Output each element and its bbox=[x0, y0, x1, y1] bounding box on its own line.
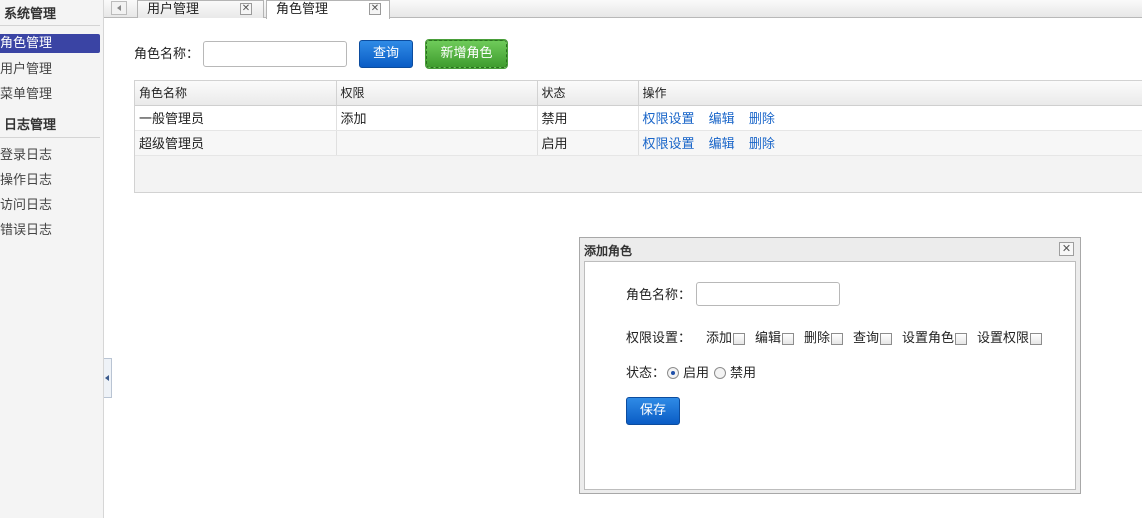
close-icon[interactable]: ✕ bbox=[1059, 242, 1074, 256]
perm-set-role-option[interactable]: 设置角色 bbox=[902, 327, 968, 346]
perm-query-option[interactable]: 查询 bbox=[853, 327, 893, 346]
tab-role-management[interactable]: 角色管理 ✕ bbox=[266, 0, 390, 19]
save-button[interactable]: 保存 bbox=[626, 397, 680, 425]
status-label: 状态： bbox=[626, 366, 666, 381]
cell-actions: 权限设置 编辑 删除 bbox=[638, 105, 1142, 131]
cell-permission: 添加 bbox=[336, 105, 538, 131]
cell-status: 禁用 bbox=[537, 105, 639, 131]
perm-delete-option[interactable]: 删除 bbox=[804, 327, 844, 346]
delete-link[interactable]: 删除 bbox=[749, 137, 775, 152]
tab-label: 角色管理 bbox=[276, 2, 329, 17]
sidebar-item-menu[interactable]: 菜单管理 bbox=[0, 85, 100, 104]
permission-settings-link[interactable]: 权限设置 bbox=[643, 112, 695, 127]
status-disable-radio[interactable] bbox=[714, 367, 726, 379]
role-table: 角色名称 权限 状态 操作 一般管理员 添加 禁用 权限设置 编辑 删除 超级管… bbox=[134, 80, 1142, 193]
edit-link[interactable]: 编辑 bbox=[709, 137, 735, 152]
sidebar-group-log[interactable]: 日志管理 bbox=[0, 114, 103, 136]
perm-add-option[interactable]: 添加 bbox=[706, 327, 746, 346]
permission-settings-label: 权限设置： bbox=[626, 331, 692, 346]
dialog-role-name-label: 角色名称： bbox=[626, 288, 692, 303]
cell-actions: 权限设置 编辑 删除 bbox=[638, 130, 1142, 156]
cell-status: 启用 bbox=[537, 130, 639, 156]
tab-label: 用户管理 bbox=[147, 2, 200, 17]
column-header-actions[interactable]: 操作 bbox=[638, 81, 1142, 106]
status-enable-option[interactable]: 启用 bbox=[667, 362, 709, 381]
table-header-row: 角色名称 权限 状态 操作 bbox=[135, 81, 1142, 106]
sidebar-item-user[interactable]: 用户管理 bbox=[0, 60, 100, 79]
sidebar-item-op-log[interactable]: 操作日志 bbox=[0, 171, 100, 190]
table-row[interactable]: 一般管理员 添加 禁用 权限设置 编辑 删除 bbox=[135, 105, 1142, 131]
edit-link[interactable]: 编辑 bbox=[709, 112, 735, 127]
sidebar-item-access-log[interactable]: 访问日志 bbox=[0, 196, 100, 215]
sidebar-item-login-log[interactable]: 登录日志 bbox=[0, 146, 100, 165]
column-header-role-name[interactable]: 角色名称 bbox=[135, 81, 337, 106]
perm-query-checkbox[interactable] bbox=[880, 332, 893, 345]
cell-permission bbox=[336, 130, 538, 156]
query-button[interactable]: 查询 bbox=[359, 40, 413, 68]
dialog-body: 角色名称： 权限设置： 添加 编辑 删除 查询 设置角色 设置权限 状态： 启用… bbox=[584, 261, 1076, 490]
permission-settings-link[interactable]: 权限设置 bbox=[643, 137, 695, 152]
sidebar-group-system[interactable]: 系统管理 bbox=[0, 3, 103, 25]
delete-link[interactable]: 删除 bbox=[749, 112, 775, 127]
cell-role-name: 超级管理员 bbox=[135, 130, 337, 156]
column-header-status[interactable]: 状态 bbox=[537, 81, 639, 106]
perm-delete-checkbox[interactable] bbox=[831, 332, 844, 345]
sidebar-collapse-handle[interactable] bbox=[104, 358, 112, 398]
perm-set-permission-option[interactable]: 设置权限 bbox=[977, 327, 1043, 346]
close-icon[interactable]: ✕ bbox=[240, 3, 252, 15]
sidebar-divider bbox=[0, 25, 100, 26]
table-row[interactable]: 超级管理员 启用 权限设置 编辑 删除 bbox=[135, 130, 1142, 156]
perm-edit-checkbox[interactable] bbox=[782, 332, 795, 345]
status-disable-option[interactable]: 禁用 bbox=[714, 362, 756, 381]
cell-role-name: 一般管理员 bbox=[135, 105, 337, 131]
role-name-search-input[interactable] bbox=[203, 41, 347, 67]
sidebar-divider bbox=[0, 137, 100, 138]
sidebar-item-role[interactable]: 角色管理 bbox=[0, 34, 100, 53]
add-role-dialog: 添加角色 ✕ 角色名称： 权限设置： 添加 编辑 删除 查询 设置角色 设置权限… bbox=[579, 237, 1081, 494]
add-role-button[interactable]: 新增角色 bbox=[425, 39, 508, 69]
sidebar: 系统管理 角色管理 用户管理 菜单管理 日志管理 登录日志 操作日志 访问日志 … bbox=[0, 0, 104, 518]
perm-edit-option[interactable]: 编辑 bbox=[755, 327, 795, 346]
dialog-title: 添加角色 bbox=[584, 244, 633, 258]
perm-set-role-checkbox[interactable] bbox=[955, 332, 968, 345]
tab-scroll-left-icon[interactable] bbox=[111, 1, 127, 15]
dialog-role-name-input[interactable] bbox=[696, 282, 840, 306]
close-icon[interactable]: ✕ bbox=[369, 3, 381, 15]
sidebar-item-error-log[interactable]: 错误日志 bbox=[0, 221, 100, 240]
tab-bar: 用户管理 ✕ 角色管理 ✕ bbox=[104, 0, 1142, 19]
perm-add-checkbox[interactable] bbox=[733, 332, 746, 345]
role-name-label: 角色名称： bbox=[134, 47, 200, 62]
tab-user-management[interactable]: 用户管理 ✕ bbox=[137, 0, 264, 18]
column-header-permission[interactable]: 权限 bbox=[336, 81, 538, 106]
status-enable-radio[interactable] bbox=[667, 367, 679, 379]
perm-set-permission-checkbox[interactable] bbox=[1030, 332, 1043, 345]
